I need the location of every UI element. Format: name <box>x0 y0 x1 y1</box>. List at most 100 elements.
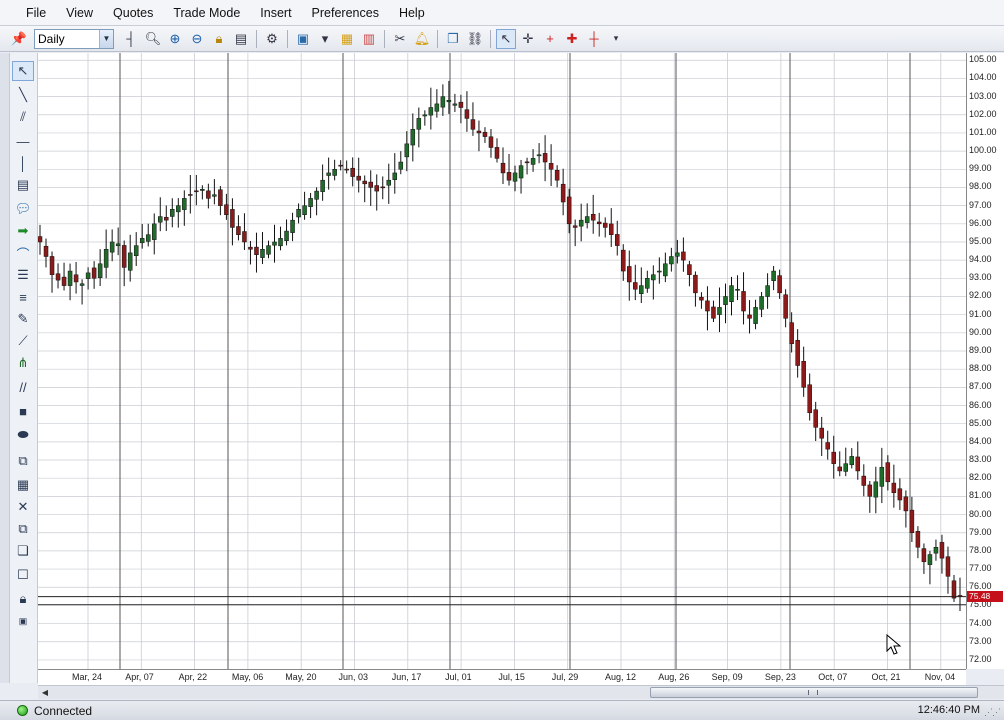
period-dropdown[interactable]: Daily ▼ <box>34 28 114 49</box>
line-tool-icon[interactable]: ╲ <box>12 85 34 105</box>
lock-icon[interactable]: 🔒︎ <box>209 29 229 49</box>
crosshair-red-icon[interactable]: + <box>540 29 560 49</box>
delete-icon[interactable]: ✕ <box>12 497 34 517</box>
indicator-icon[interactable]: ⚙ <box>262 29 282 49</box>
chart-type-icon[interactable]: ▾ <box>315 29 335 49</box>
candle-down <box>488 136 494 148</box>
vertical-line-icon[interactable]: │ <box>12 153 34 173</box>
candle-down <box>91 267 97 279</box>
candle-down <box>855 456 861 472</box>
candle-down <box>837 466 842 472</box>
status-bar: Connected 12:46:40 PM ⋰⋰ <box>0 700 1004 720</box>
candle-down <box>795 340 800 366</box>
candle-up <box>843 463 849 472</box>
lock-drawing-icon[interactable]: 🔒︎ <box>12 589 34 609</box>
menu-help[interactable]: Help <box>389 0 435 26</box>
candle-up <box>266 245 271 255</box>
group-icon[interactable]: ❏ <box>12 541 34 561</box>
callout-icon[interactable]: 💬︎ <box>12 199 34 219</box>
candle-up <box>290 219 295 233</box>
date-tick-label: Oct, 21 <box>871 672 901 682</box>
zoom-out-icon[interactable]: ⊖ <box>187 29 207 49</box>
candle-down <box>230 209 235 228</box>
candle-down <box>164 216 169 221</box>
channel-tool-icon[interactable]: ⫽ <box>12 107 34 127</box>
candle-down <box>38 236 43 243</box>
fib-levels-icon[interactable]: ≡ <box>12 287 34 307</box>
candle-down <box>554 170 560 181</box>
crosshair-target-icon[interactable]: ✚ <box>562 29 582 49</box>
zoom-icon[interactable]: 🔍︎ <box>143 29 163 49</box>
candle-up <box>127 252 133 271</box>
menu-preferences[interactable]: Preferences <box>302 0 389 26</box>
copy-icon[interactable]: ❐ <box>443 29 463 49</box>
price-tick-label: 98.00 <box>969 181 992 192</box>
link-icon[interactable]: ⛓ <box>465 29 485 49</box>
scissors-icon[interactable]: ✂ <box>390 29 410 49</box>
price-tick-label: 95.00 <box>969 235 992 246</box>
rectangle-icon[interactable]: ■ <box>12 401 34 421</box>
last-price-tag: 75.48 <box>967 590 1003 602</box>
candle-up <box>170 209 175 217</box>
more-tools-icon[interactable]: ▾ <box>606 29 626 49</box>
toolbar-separator <box>437 29 438 48</box>
parallel-lines-icon[interactable]: // <box>12 377 34 397</box>
arrow-right-icon[interactable]: ➡ <box>12 221 34 241</box>
crosshair-icon[interactable]: ✛ <box>518 29 538 49</box>
alert-bell-icon[interactable]: 🔔︎ <box>412 29 432 49</box>
layers-icon[interactable]: ⧉ <box>12 451 34 471</box>
scroll-left-icon[interactable]: ◀ <box>38 686 52 699</box>
scroll-thumb[interactable] <box>650 687 978 698</box>
resize-grip-icon[interactable]: ⋰⋰ <box>984 707 1001 718</box>
menu-quotes[interactable]: Quotes <box>103 0 163 26</box>
menu-view[interactable]: View <box>56 0 103 26</box>
pointer-icon[interactable]: ↖ <box>496 28 516 49</box>
candle-up <box>133 245 139 257</box>
bars-icon[interactable]: ▥ <box>359 29 379 49</box>
candle-down <box>43 245 49 257</box>
more-icon[interactable]: ▣ <box>12 611 34 631</box>
pencil-icon[interactable]: ✎ <box>12 309 34 329</box>
candle-up <box>182 198 187 210</box>
bar-style-icon[interactable]: ┤ <box>121 29 141 49</box>
price-tick-label: 100.00 <box>969 145 997 156</box>
candle-down <box>560 183 566 203</box>
candle-down <box>470 119 476 130</box>
gann-icon[interactable]: ⟋ <box>12 331 34 351</box>
select-arrow-icon[interactable]: ↖ <box>12 61 34 81</box>
print-icon[interactable]: ▤ <box>231 29 251 49</box>
fibonacci-icon[interactable]: ☰ <box>12 265 34 285</box>
frame-icon[interactable]: ☐ <box>12 565 34 585</box>
candle-up <box>332 169 337 176</box>
candle-down <box>55 273 61 281</box>
menu-file[interactable]: File <box>18 0 56 26</box>
text-box-icon[interactable]: ▤ <box>12 175 34 195</box>
pitchfork-icon[interactable]: ⋔ <box>12 353 34 373</box>
pin-icon[interactable]: 📌 <box>9 29 29 49</box>
duplicate-icon[interactable]: ⧉ <box>12 519 34 539</box>
chart-canvas[interactable] <box>38 53 966 669</box>
chevron-down-icon[interactable]: ▼ <box>99 29 113 48</box>
crosshair-data-icon[interactable]: ┼ <box>584 29 604 49</box>
candle-down <box>897 488 903 501</box>
price-tick-label: 91.00 <box>969 308 992 319</box>
horizontal-scrollbar[interactable]: ◀ <box>38 685 1004 699</box>
horizontal-line-icon[interactable]: — <box>12 131 34 151</box>
candle-down <box>338 164 343 167</box>
color-scheme-icon[interactable]: ▦ <box>337 29 357 49</box>
candle-down <box>903 496 909 512</box>
arc-icon[interactable]: ⌒ <box>12 243 34 263</box>
template-icon[interactable]: ▣ <box>293 29 313 49</box>
toolbar: 📌 Daily ▼ ┤ 🔍︎ ⊕ ⊖ 🔒︎ ▤ ⚙ ▣ ▾ ▦ ▥ ✂ 🔔︎ ❐… <box>0 26 1004 52</box>
ellipse-icon[interactable]: ⬬ <box>12 425 34 445</box>
menu-trade-mode[interactable]: Trade Mode <box>163 0 250 26</box>
zoom-in-icon[interactable]: ⊕ <box>165 29 185 49</box>
menu-insert[interactable]: Insert <box>250 0 301 26</box>
left-scrollbar[interactable] <box>0 53 10 683</box>
candle-down <box>236 226 241 235</box>
date-tick-label: Sep, 23 <box>764 672 796 682</box>
properties-icon[interactable]: ▦ <box>12 475 34 495</box>
price-tick-label: 89.00 <box>969 345 992 355</box>
price-chart[interactable] <box>38 53 966 669</box>
candle-down <box>693 274 698 294</box>
